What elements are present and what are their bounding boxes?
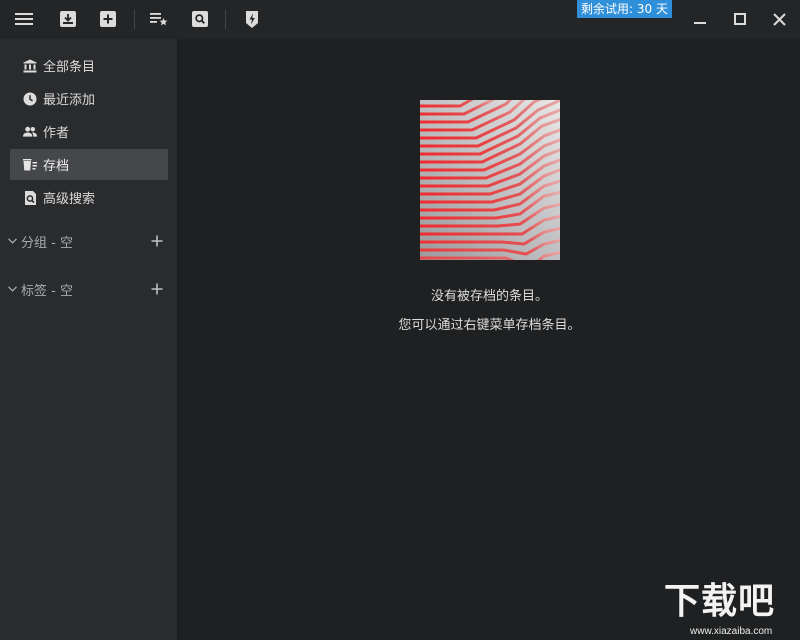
clock-icon	[23, 92, 37, 106]
title-bar: 剩余试用: 30 天	[0, 0, 800, 39]
advanced-search-icon	[23, 190, 37, 205]
sidebar-item-label: 全部条目	[43, 60, 96, 75]
sidebar-item-label: 高级搜索	[43, 192, 96, 207]
sidebar-item-label: 存档	[43, 159, 70, 174]
library-icon	[23, 59, 37, 73]
toolbar-divider	[225, 10, 226, 29]
add-icon[interactable]	[97, 8, 119, 30]
sidebar: 全部条目 最近添加 作者 存档 高级搜索 分组 - 空 标签 - 空	[0, 39, 178, 640]
chevron-down-icon[interactable]	[8, 236, 18, 246]
watermark-logo: 下载吧 www.xiazaiba.com	[664, 582, 798, 638]
watermark-url: www.xiazaiba.com	[690, 626, 773, 637]
toolbar-divider	[134, 10, 135, 29]
section-groups[interactable]: 分组 - 空	[0, 230, 178, 252]
section-tags[interactable]: 标签 - 空	[0, 278, 178, 300]
close-icon[interactable]	[768, 9, 790, 29]
watermark-text: 下载吧	[664, 581, 776, 622]
import-icon[interactable]	[57, 8, 79, 30]
archive-icon	[23, 158, 37, 172]
empty-state-title: 没有被存档的条目。	[430, 289, 548, 304]
add-tag-icon[interactable]	[150, 282, 164, 296]
section-label: 标签 - 空	[21, 283, 73, 299]
sidebar-item-label: 最近添加	[43, 93, 96, 108]
people-icon	[23, 125, 37, 139]
empty-state-illustration	[420, 100, 560, 260]
sidebar-item-recently-added[interactable]: 最近添加	[10, 83, 168, 114]
chevron-down-icon[interactable]	[8, 284, 18, 294]
maximize-icon[interactable]	[729, 9, 751, 29]
lightning-icon[interactable]	[241, 8, 263, 30]
section-label: 分组 - 空	[21, 235, 73, 251]
menu-icon[interactable]	[13, 8, 35, 30]
reading-list-icon[interactable]	[148, 8, 170, 30]
sidebar-item-all-items[interactable]: 全部条目	[10, 50, 168, 81]
empty-state-hint: 您可以通过右键菜单存档条目。	[398, 318, 581, 333]
sidebar-item-archive[interactable]: 存档	[10, 149, 168, 180]
minimize-icon[interactable]	[689, 9, 711, 29]
search-icon[interactable]	[189, 8, 211, 30]
trial-badge: 剩余试用: 30 天	[577, 0, 672, 18]
sidebar-item-advanced-search[interactable]: 高级搜索	[10, 182, 168, 213]
add-group-icon[interactable]	[150, 234, 164, 248]
sidebar-item-label: 作者	[43, 126, 70, 141]
main-content: 没有被存档的条目。 您可以通过右键菜单存档条目。	[179, 39, 800, 640]
sidebar-item-authors[interactable]: 作者	[10, 116, 168, 147]
